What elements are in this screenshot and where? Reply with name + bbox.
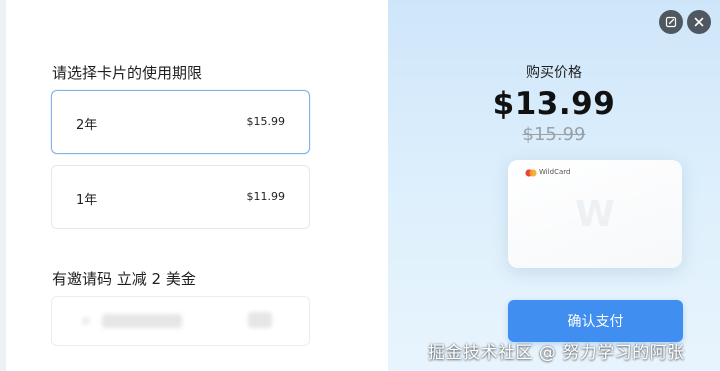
option-price: $11.99: [246, 190, 286, 203]
current-price: $13.99: [492, 86, 616, 122]
edit-icon[interactable]: [659, 10, 683, 34]
option-price: $15.99: [246, 115, 286, 128]
option-1-year[interactable]: 1年 $11.99: [51, 165, 310, 229]
duration-title: 请选择卡片的使用期限: [52, 64, 203, 82]
invite-title: 有邀请码 立减 2 美金: [52, 270, 196, 288]
purchase-panel: 购买价格 $13.99 $15.99 WildCard W 确认支付: [388, 0, 720, 371]
card-watermark: W: [575, 194, 615, 235]
duration-panel: 请选择卡片的使用期限 2年 $15.99 1年 $11.99 有邀请码 立减 2…: [0, 0, 388, 371]
original-price: $15.99: [522, 124, 586, 145]
purchase-price-label: 购买价格: [526, 65, 582, 81]
option-2-year[interactable]: 2年 $15.99: [51, 90, 310, 154]
card-brand: WildCard: [539, 168, 571, 176]
panel-edge: [0, 0, 6, 371]
option-term: 2年: [76, 118, 98, 133]
redacted-text: [102, 314, 182, 328]
redacted-mark: [82, 317, 90, 325]
card-logo-icon: [525, 169, 537, 177]
close-icon[interactable]: [687, 10, 711, 34]
card-preview: WildCard W: [508, 160, 682, 268]
redacted-text: [248, 312, 272, 328]
invite-code-input[interactable]: [51, 296, 310, 346]
confirm-pay-button[interactable]: 确认支付: [508, 300, 683, 342]
option-term: 1年: [76, 193, 98, 208]
site-watermark: 掘金技术社区 @ 努力学习的阿张: [428, 343, 685, 363]
